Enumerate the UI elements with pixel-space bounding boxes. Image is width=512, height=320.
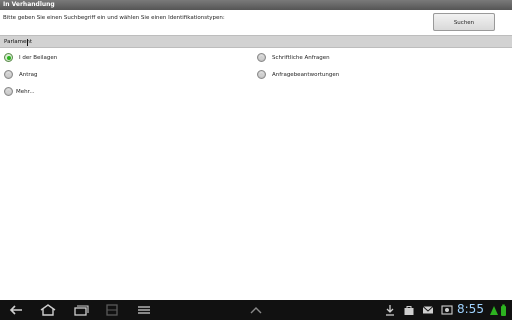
radio-unchecked-icon[interactable] bbox=[4, 87, 13, 96]
battery-icon bbox=[490, 304, 506, 316]
shopping-bag-icon[interactable] bbox=[403, 304, 415, 316]
search-prompt: Bitte geben Sie einen Suchbegriff ein un… bbox=[3, 15, 225, 21]
home-icon[interactable] bbox=[39, 303, 57, 316]
download-icon[interactable] bbox=[385, 304, 395, 316]
option-label: I der Beilagen bbox=[19, 54, 58, 61]
chevron-up-icon[interactable] bbox=[249, 306, 263, 314]
back-icon[interactable] bbox=[8, 304, 24, 316]
app-title: In Verhandlung bbox=[3, 1, 55, 8]
option-mehr[interactable]: Mehr... bbox=[4, 87, 35, 96]
option-anfragebeantwortungen[interactable]: Anfragebeantwortungen bbox=[257, 70, 339, 79]
option-antrag[interactable]: Antrag bbox=[4, 70, 38, 79]
radio-checked-icon[interactable] bbox=[4, 53, 13, 62]
search-button[interactable]: Suchen bbox=[433, 13, 495, 31]
recent-apps-icon[interactable] bbox=[73, 304, 89, 316]
menu-icon[interactable] bbox=[137, 305, 151, 315]
mail-icon[interactable] bbox=[422, 305, 434, 315]
option-beilagen[interactable]: I der Beilagen bbox=[4, 53, 57, 62]
app-titlebar: In Verhandlung bbox=[0, 0, 512, 10]
option-label: Schriftliche Anfragen bbox=[272, 54, 330, 61]
photo-icon[interactable] bbox=[441, 304, 453, 316]
status-clock: 8:55 bbox=[457, 302, 484, 316]
option-label: Antrag bbox=[19, 71, 38, 78]
option-schriftliche-anfragen[interactable]: Schriftliche Anfragen bbox=[257, 53, 330, 62]
text-caret bbox=[27, 39, 28, 46]
search-input[interactable]: Parlament bbox=[0, 35, 512, 48]
option-label: Anfragebeantwortungen bbox=[272, 71, 340, 78]
radio-unchecked-icon[interactable] bbox=[4, 70, 13, 79]
radio-unchecked-icon[interactable] bbox=[257, 70, 266, 79]
screenshot-icon[interactable] bbox=[105, 303, 119, 317]
radio-unchecked-icon[interactable] bbox=[257, 53, 266, 62]
option-label: Mehr... bbox=[16, 88, 35, 95]
